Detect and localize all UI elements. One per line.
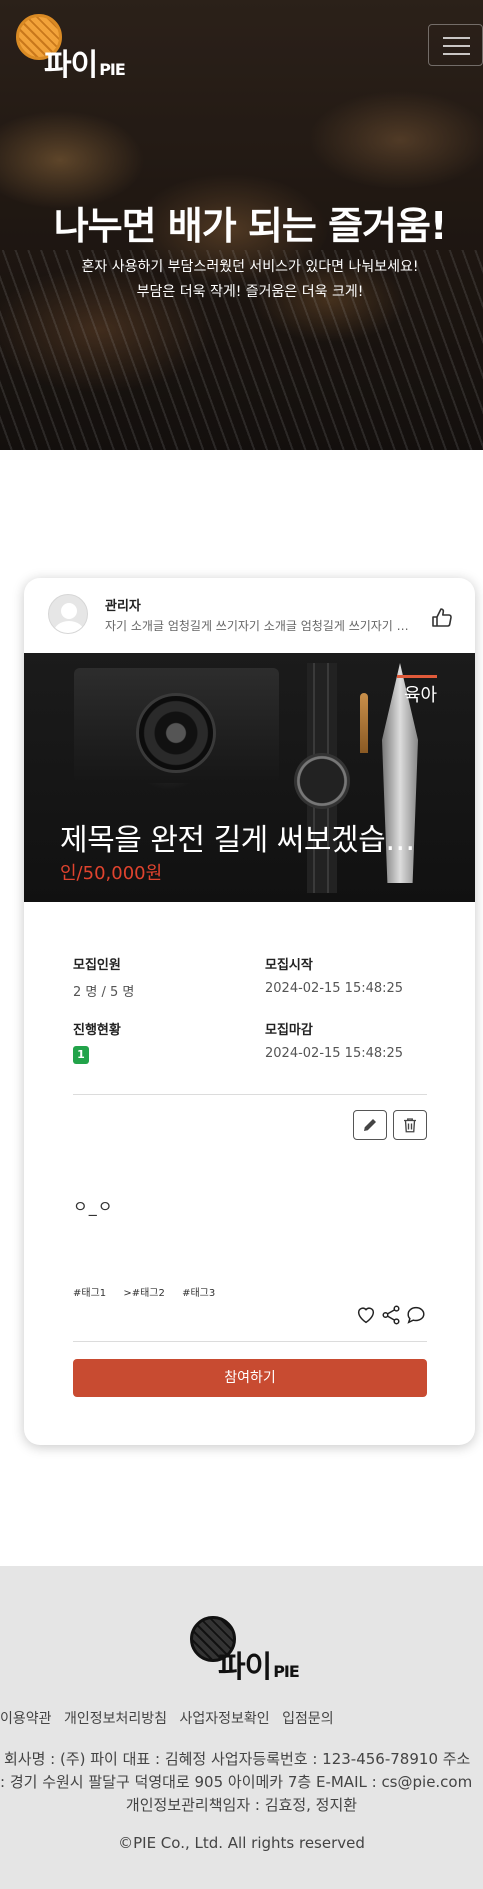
status-info: 진행현황 1 [73, 1019, 121, 1064]
post-card: 관리자 자기 소개글 엄청길게 쓰기자기 소개글 엄청길게 쓰기자기 소개글 엄… [24, 578, 475, 1445]
hero-subtitle-1: 혼자 사용하기 부담스러웠던 서비스가 있다면 나눠보세요! [81, 259, 419, 275]
post-title: 제목을 완전 길게 써보겠습니다 [60, 823, 420, 858]
end-label: 모집마감 [265, 1023, 313, 1038]
post-image[interactable]: 육아 제목을 완전 길게 써보겠습니다 인/50,000원 [24, 653, 475, 902]
footer-logo[interactable]: 파이 PIE [188, 1614, 318, 1685]
post-body: ㅇ_ㅇ [73, 1197, 114, 1216]
footer-company-line: 회사명 : (주) 파이 대표 : 김혜정 사업자등록번호 : 123-456-… [4, 1750, 471, 1768]
footer-address-line: : 경기 수원시 팔달구 덕영대로 905 아이메카 7층 E-MAIL : c… [0, 1773, 473, 1791]
post-price: 인/50,000원 [60, 863, 163, 884]
hamburger-icon [443, 37, 470, 39]
footer-links: 이용약관 개인정보처리방침 사업자정보확인 입점문의 [0, 1708, 342, 1728]
footer-link-privacy[interactable]: 개인정보처리방침 [64, 1711, 167, 1727]
members-label: 모집인원 [73, 958, 121, 973]
post-card-header: 관리자 자기 소개글 엄청길게 쓰기자기 소개글 엄청길게 쓰기자기 소개글 엄… [24, 578, 475, 653]
footer-link-business-info[interactable]: 사업자정보확인 [179, 1711, 269, 1727]
start-value: 2024-02-15 15:48:25 [265, 981, 404, 996]
heart-icon[interactable] [355, 1304, 377, 1326]
end-value: 2024-02-15 15:48:25 [265, 1046, 404, 1061]
start-label: 모집시작 [265, 958, 313, 973]
edit-button[interactable] [353, 1110, 387, 1140]
share-icon[interactable] [380, 1304, 402, 1326]
footer-logo-text: 파이 [218, 1650, 272, 1685]
status-label: 진행현황 [73, 1023, 121, 1038]
members-info: 모집인원 2 명 / 5 명 [73, 954, 134, 1000]
footer: 파이 PIE 이용약관 개인정보처리방침 사업자정보확인 입점문의 회사명 : (… [0, 1566, 483, 1889]
delete-button[interactable] [393, 1110, 427, 1140]
hero-subtitle-2: 부담은 더욱 작게! 즐거움은 더욱 크게! [136, 284, 364, 300]
author-name[interactable]: 관리자 [105, 595, 141, 614]
start-info: 모집시작 2024-02-15 15:48:25 [265, 954, 403, 996]
pencil-icon [364, 1119, 376, 1131]
tag[interactable]: #태그1 [73, 1288, 106, 1299]
category-label: 육아 [404, 685, 438, 706]
status-badge: 1 [73, 1046, 89, 1064]
end-info: 모집마감 2024-02-15 15:48:25 [265, 1019, 403, 1061]
site-logo[interactable]: 파이 PIE [14, 12, 144, 83]
avatar[interactable] [48, 594, 88, 634]
comment-icon[interactable] [405, 1304, 427, 1326]
join-button[interactable]: 참여하기 [73, 1359, 427, 1397]
footer-logo-suffix: PIE [273, 1662, 300, 1681]
footer-copyright: ©PIE Co., Ltd. All rights reserved [118, 1834, 365, 1852]
camera-photo [74, 668, 279, 783]
hamburger-menu-button[interactable] [428, 24, 483, 66]
footer-link-partnership[interactable]: 입점문의 [282, 1711, 334, 1727]
thumbs-up-icon[interactable] [430, 606, 454, 630]
hero-title: 나누면 배가 되는 즐거움! [53, 204, 448, 248]
hero-banner: 파이 PIE 나누면 배가 되는 즐거움! 혼자 사용하기 부담스러웠던 서비스가… [0, 0, 483, 450]
logo-suffix: PIE [99, 60, 126, 79]
trash-icon [404, 1118, 416, 1133]
members-value: 2 명 / 5 명 [73, 985, 135, 1000]
tag-list: #태그1 >#태그2 #태그3 [73, 1284, 229, 1299]
divider [73, 1094, 427, 1095]
tag[interactable]: #태그3 [182, 1288, 215, 1299]
footer-link-terms[interactable]: 이용약관 [0, 1711, 52, 1727]
author-intro: 자기 소개글 엄청길게 쓰기자기 소개글 엄청길게 쓰기자기 소개글 엄청길게 … [105, 619, 415, 633]
logo-text: 파이 [44, 48, 98, 83]
tag[interactable]: >#태그2 [123, 1288, 165, 1299]
footer-privacy-manager: 개인정보관리책임자 : 김효정, 정지환 [125, 1796, 358, 1814]
